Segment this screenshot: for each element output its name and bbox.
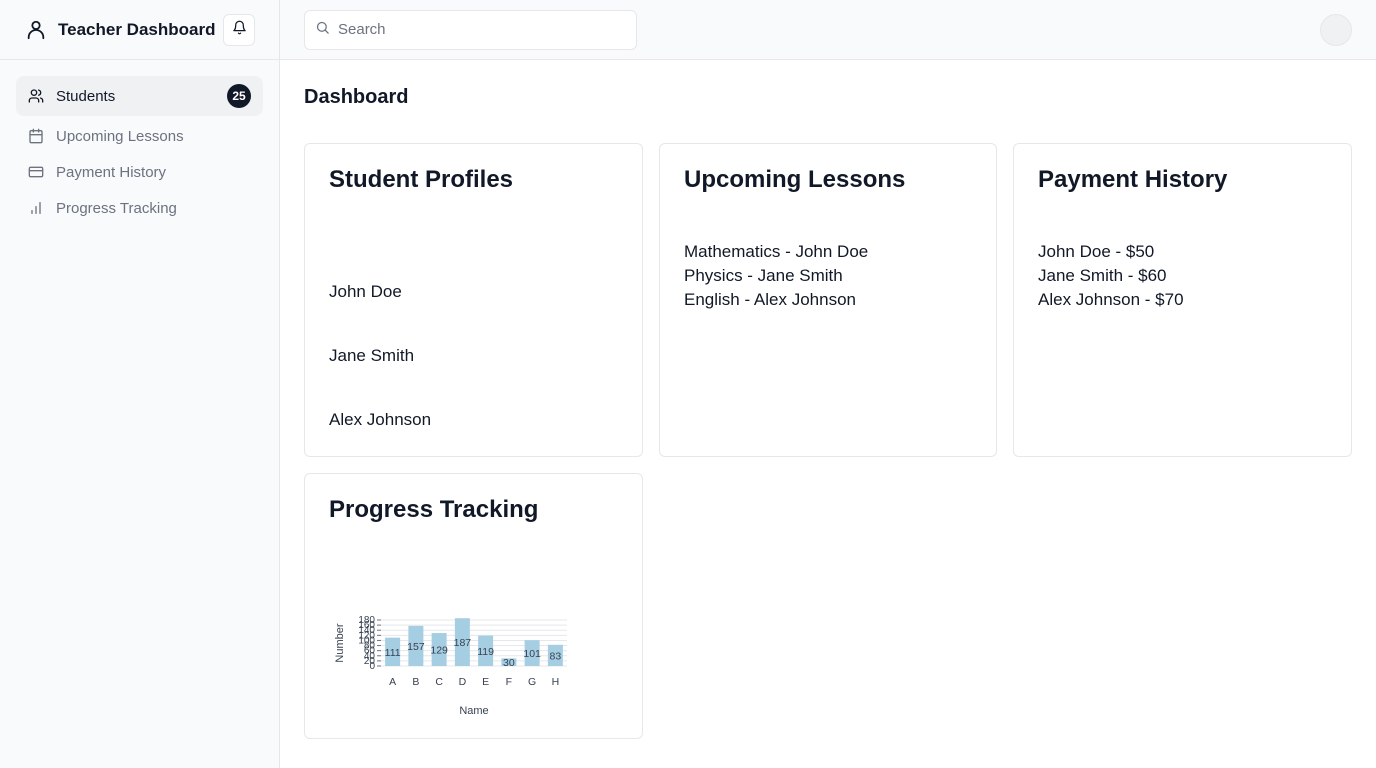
progress-bar-chart: 020406080100120140160180111A157B129C187D…: [334, 615, 567, 717]
x-tick-label: H: [552, 676, 560, 688]
list-item[interactable]: Alex Johnson: [329, 408, 618, 472]
search-icon: [315, 20, 330, 40]
count-badge: 25: [227, 84, 251, 108]
sidebar-item-label: Payment History: [56, 163, 167, 181]
y-axis-label: Number: [334, 623, 346, 662]
users-icon: [28, 88, 44, 104]
list-item: Physics - Jane Smith: [684, 266, 843, 285]
notifications-button[interactable]: [223, 13, 255, 46]
data-label: 83: [550, 650, 562, 662]
bar-chart-icon: [28, 200, 44, 216]
list-item: Jane Smith - $60: [1038, 266, 1167, 285]
credit-card-icon: [28, 164, 44, 180]
data-label: 30: [503, 657, 515, 669]
calendar-icon: [28, 128, 44, 144]
data-label: 111: [385, 647, 401, 659]
x-tick-label: G: [528, 676, 536, 688]
card-title: Upcoming Lessons: [684, 166, 906, 193]
sidebar-item-students[interactable]: Students 25: [16, 76, 263, 116]
sidebar-header: Teacher Dashboard: [0, 0, 279, 60]
card-grid: Student Profiles John Doe Jane Smith Ale…: [304, 143, 1352, 739]
bell-icon: [232, 20, 247, 40]
data-label: 101: [523, 648, 541, 660]
x-tick-label: E: [482, 676, 489, 688]
brand[interactable]: Teacher Dashboard: [24, 18, 223, 42]
profiles-list: John Doe Jane Smith Alex Johnson: [329, 280, 618, 472]
lessons-list: Mathematics - John Doe Physics - Jane Sm…: [684, 240, 972, 312]
app: Teacher Dashboard Students 25 Upcoming L…: [0, 0, 1376, 768]
sidebar-item-label: Progress Tracking: [56, 199, 177, 217]
data-label: 187: [454, 637, 472, 649]
search-input[interactable]: [338, 21, 618, 38]
payment-history-card: Payment History John Doe - $50 Jane Smit…: [1013, 143, 1352, 457]
content: Dashboard Student Profiles John Doe Jane…: [280, 60, 1376, 765]
data-label: 157: [407, 641, 425, 653]
x-tick-label: D: [459, 676, 467, 688]
data-label: 129: [430, 645, 448, 657]
app-title: Teacher Dashboard: [58, 19, 216, 39]
list-item[interactable]: John Doe: [329, 280, 618, 344]
data-label: 119: [477, 646, 494, 658]
sidebar-nav: Students 25 Upcoming Lessons Payment His…: [0, 60, 279, 240]
x-axis-label: Name: [459, 705, 488, 717]
x-tick-label: F: [506, 676, 512, 688]
list-item: Alex Johnson - $70: [1038, 290, 1184, 309]
y-tick-label: 180: [358, 615, 375, 626]
card-title: Payment History: [1038, 166, 1228, 193]
sidebar-item-progress-tracking[interactable]: Progress Tracking: [16, 188, 263, 228]
chart-wrap: 0 20 40 60 80 100 120 140 160 180 111 A 157 B 129 C 187 D…: [329, 534, 618, 729]
x-tick-label: A: [389, 676, 396, 688]
sidebar-item-label: Upcoming Lessons: [56, 127, 184, 145]
card-title: Progress Tracking: [329, 496, 539, 523]
sidebar-item-payment-history[interactable]: Payment History: [16, 152, 263, 192]
page-title: Dashboard: [304, 86, 409, 108]
user-icon: [24, 18, 48, 42]
list-item: English - Alex Johnson: [684, 290, 856, 309]
upcoming-lessons-card: Upcoming Lessons Mathematics - John Doe …: [659, 143, 997, 457]
student-profiles-card: Student Profiles John Doe Jane Smith Ale…: [304, 143, 643, 457]
topbar: [280, 0, 1376, 60]
search-box[interactable]: [304, 9, 637, 50]
card-title: Student Profiles: [329, 166, 514, 193]
sidebar-item-label: Students: [56, 87, 116, 105]
main: Dashboard Student Profiles John Doe Jane…: [280, 0, 1376, 768]
progress-tracking-card: Progress Tracking 0 20 40 60 80 100 120 140 160 1…: [304, 473, 643, 739]
sidebar: Teacher Dashboard Students 25 Upcoming L…: [0, 0, 280, 768]
x-tick-label: B: [412, 676, 419, 688]
list-item: John Doe - $50: [1038, 242, 1155, 261]
list-item[interactable]: Jane Smith: [329, 344, 618, 408]
list-item: Mathematics - John Doe: [684, 242, 869, 261]
payments-list: John Doe - $50 Jane Smith - $60 Alex Joh…: [1038, 240, 1327, 312]
sidebar-item-upcoming-lessons[interactable]: Upcoming Lessons: [16, 116, 263, 156]
x-tick-label: C: [435, 676, 443, 688]
avatar[interactable]: [1320, 13, 1352, 46]
